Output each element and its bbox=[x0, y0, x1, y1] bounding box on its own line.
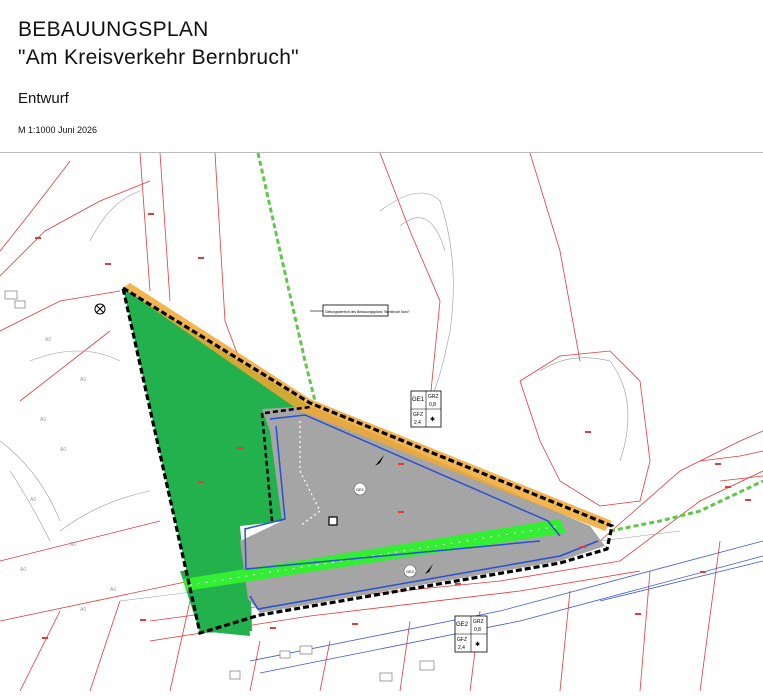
svg-text:A0: A0 bbox=[80, 377, 86, 383]
zone-key-ge2: GE2 GRZ 0,8 GFZ 2,4 ✱ bbox=[454, 615, 488, 653]
plan-subtitle: "Am Kreisverkehr Bernbruch" bbox=[18, 46, 299, 69]
cross-marker bbox=[94, 303, 106, 315]
svg-text:GFZ: GFZ bbox=[457, 637, 467, 643]
svg-text:GE2: GE2 bbox=[406, 569, 415, 574]
map-svg: A0 A0 A0 A0 A0 A0 A0 A0 A0 Geltungsbereich des… bbox=[0, 152, 763, 692]
footpath-line-east bbox=[609, 479, 763, 533]
svg-text:0,8: 0,8 bbox=[429, 402, 436, 408]
svg-text:A0: A0 bbox=[40, 417, 46, 423]
symbol-square bbox=[328, 516, 338, 526]
svg-text:A0: A0 bbox=[110, 587, 116, 593]
svg-text:2,4: 2,4 bbox=[458, 645, 465, 651]
svg-text:✱: ✱ bbox=[475, 641, 480, 648]
svg-text:A0: A0 bbox=[30, 497, 36, 503]
svg-text:GFZ: GFZ bbox=[413, 412, 423, 418]
boundary-callout-label: Geltungsbereich des Bebauungsplans "Bern… bbox=[325, 310, 410, 314]
svg-text:A0: A0 bbox=[45, 337, 51, 343]
svg-text:✱: ✱ bbox=[430, 416, 435, 423]
svg-text:GE2: GE2 bbox=[456, 622, 469, 628]
svg-text:2,4: 2,4 bbox=[414, 420, 421, 426]
zone-label-ge1: GE1 bbox=[353, 482, 367, 496]
svg-text:GRZ: GRZ bbox=[428, 394, 439, 400]
svg-text:A0: A0 bbox=[60, 447, 66, 453]
svg-text:A0: A0 bbox=[70, 542, 76, 548]
zone-key-ge1: GE1 GRZ 0,8 GFZ 2,4 ✱ bbox=[410, 390, 442, 428]
svg-text:GRZ: GRZ bbox=[473, 619, 484, 625]
svg-text:A0: A0 bbox=[20, 567, 26, 573]
plan-title: BEBAUUNGSPLAN bbox=[18, 18, 209, 41]
svg-text:A0: A0 bbox=[80, 607, 86, 613]
plan-status: Entwurf bbox=[18, 90, 69, 107]
footpath-line bbox=[256, 152, 317, 402]
zone-label-ge2: GE2 bbox=[403, 564, 417, 578]
scale-and-date: M 1:1000 Juni 2026 bbox=[18, 125, 98, 135]
svg-text:0,8: 0,8 bbox=[474, 627, 481, 633]
plan-header: BEBAUUNGSPLAN "Am Kreisverkehr Bernbruch… bbox=[0, 0, 763, 152]
parcel-lines bbox=[0, 152, 763, 692]
svg-text:GE1: GE1 bbox=[356, 487, 365, 492]
map-canvas[interactable]: A0 A0 A0 A0 A0 A0 A0 A0 A0 Geltungsbereich des… bbox=[0, 152, 763, 692]
svg-text:GE1: GE1 bbox=[412, 397, 425, 403]
